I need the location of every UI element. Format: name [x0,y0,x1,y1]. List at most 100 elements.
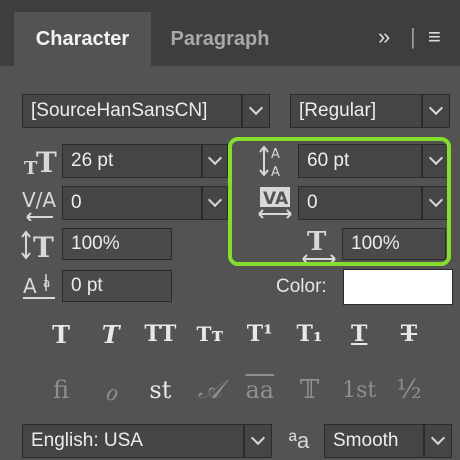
chevron-down-icon [207,192,223,208]
leading-input[interactable]: 60 pt [298,144,422,178]
svg-text:A: A [271,165,280,179]
subscript-button[interactable]: T₁ [289,314,331,354]
old-style-button[interactable]: ℴ [90,370,132,410]
font-size-icon: TT [20,144,60,178]
all-caps-button[interactable]: TT [139,314,181,354]
vertical-scale-value: 100% [71,233,120,254]
faux-bold-button[interactable]: T [40,314,82,354]
svg-text:T: T [36,146,57,176]
font-family-dropdown[interactable] [242,94,270,128]
faux-bold-icon: T [52,319,70,349]
discretionary-ligatures-icon: st [149,376,172,404]
ligatures-icon: fi [52,376,69,404]
discretionary-ligatures-button[interactable]: st [139,370,181,410]
tracking-value: 0 [307,192,318,213]
svg-text:VA: VA [263,189,289,209]
ordinals-button[interactable]: 1st [338,370,380,410]
underline-icon: T [351,321,368,347]
small-caps-button[interactable]: Tт [189,314,231,354]
anti-alias-icon: ªa [288,428,310,453]
tab-character[interactable]: Character [14,12,151,66]
color-label: Color: [276,276,327,297]
ordinals-icon: 1st [342,377,377,403]
tab-paragraph-label: Paragraph [170,27,270,50]
titling-alternates-icon: 𝕋 [299,375,320,405]
old-style-icon: ℴ [104,373,118,407]
all-caps-icon: TT [144,321,177,347]
anti-alias-field[interactable]: Smooth [324,424,424,458]
double-chevron-right-icon: » [378,24,391,49]
strikethrough-icon: T [400,321,418,347]
faux-italic-icon: T [101,319,120,349]
svg-text:A: A [271,147,280,162]
font-size-input[interactable]: 26 pt [62,144,202,178]
swash-icon: 𝒜 [197,374,223,405]
horizontal-scale-input[interactable]: 100% [342,228,446,260]
subscript-icon: T₁ [296,321,323,347]
vertical-scale-input[interactable]: 100% [62,228,172,260]
font-size-dropdown[interactable] [202,144,228,178]
small-caps-icon: Tт [196,322,224,346]
language-value: English: USA [31,430,143,451]
faux-italic-button[interactable]: T [90,314,132,354]
panel-menu-button[interactable]: ≡ [428,20,441,54]
chevron-down-icon [250,430,266,446]
superscript-button[interactable]: T¹ [239,314,281,354]
menu-separator: | [410,24,416,49]
language-field[interactable]: English: USA [22,424,244,458]
chevron-down-icon [428,100,444,116]
font-family-value: [SourceHanSansCN] [31,100,208,121]
svg-text:T: T [307,227,327,257]
anti-alias-dropdown[interactable] [424,424,452,458]
tracking-input[interactable]: 0 [298,186,422,220]
horizontal-scale-value: 100% [351,233,400,254]
tab-paragraph[interactable]: Paragraph [151,12,289,66]
vertical-scale-icon: T [20,228,60,262]
svg-text:A: A [23,274,37,298]
baseline-shift-input[interactable]: 0 pt [62,270,172,302]
strikethrough-button[interactable]: T [388,314,430,354]
kerning-dropdown[interactable] [202,186,228,220]
kerning-value: 0 [71,192,82,213]
stylistic-alternates-icon: aa [245,376,275,404]
titling-alternates-button[interactable]: 𝕋 [289,370,331,410]
ligatures-button[interactable]: fi [40,370,82,410]
swash-button[interactable]: 𝒜 [189,370,231,410]
stylistic-alternates-button[interactable]: aa [239,370,281,410]
baseline-shift-value: 0 pt [71,275,103,296]
tracking-dropdown[interactable] [422,186,450,220]
anti-alias-value: Smooth [333,430,399,451]
kerning-icon: V/A [20,186,60,222]
tracking-icon: VA [254,184,296,222]
opentype-buttons: fi ℴ st 𝒜 aa 𝕋 1st ½ [40,370,430,410]
fractions-icon: ½ [396,375,422,405]
collapse-panel-button[interactable]: » [378,20,390,54]
language-dropdown[interactable] [244,424,272,458]
font-size-value: 26 pt [71,150,114,171]
svg-text:T: T [33,231,54,261]
text-color-swatch[interactable] [343,269,453,305]
leading-dropdown[interactable] [422,144,450,178]
type-style-buttons: T T TT Tт T¹ T₁ T T [40,314,430,354]
chevron-down-icon [430,430,446,446]
fractions-button[interactable]: ½ [388,370,430,410]
font-style-value: [Regular] [299,100,377,121]
hamburger-menu-icon: ≡ [428,24,441,49]
panel-tab-bar: Character Paragraph » | ≡ [0,0,460,66]
font-style-field[interactable]: [Regular] [290,94,422,128]
tab-character-label: Character [35,27,130,50]
chevron-down-icon [428,150,444,166]
baseline-shift-icon: Aa [20,270,60,304]
superscript-icon: T¹ [246,321,273,347]
svg-text:V/A: V/A [22,188,56,212]
font-style-dropdown[interactable] [422,94,450,128]
chevron-down-icon [248,100,264,116]
kerning-input[interactable]: 0 [62,186,202,220]
leading-value: 60 pt [307,150,350,171]
horizontal-scale-icon: T [298,226,340,264]
chevron-down-icon [207,150,223,166]
leading-icon: AA [256,142,294,180]
font-family-field[interactable]: [SourceHanSansCN] [22,94,242,128]
chevron-down-icon [428,192,444,208]
underline-button[interactable]: T [338,314,380,354]
